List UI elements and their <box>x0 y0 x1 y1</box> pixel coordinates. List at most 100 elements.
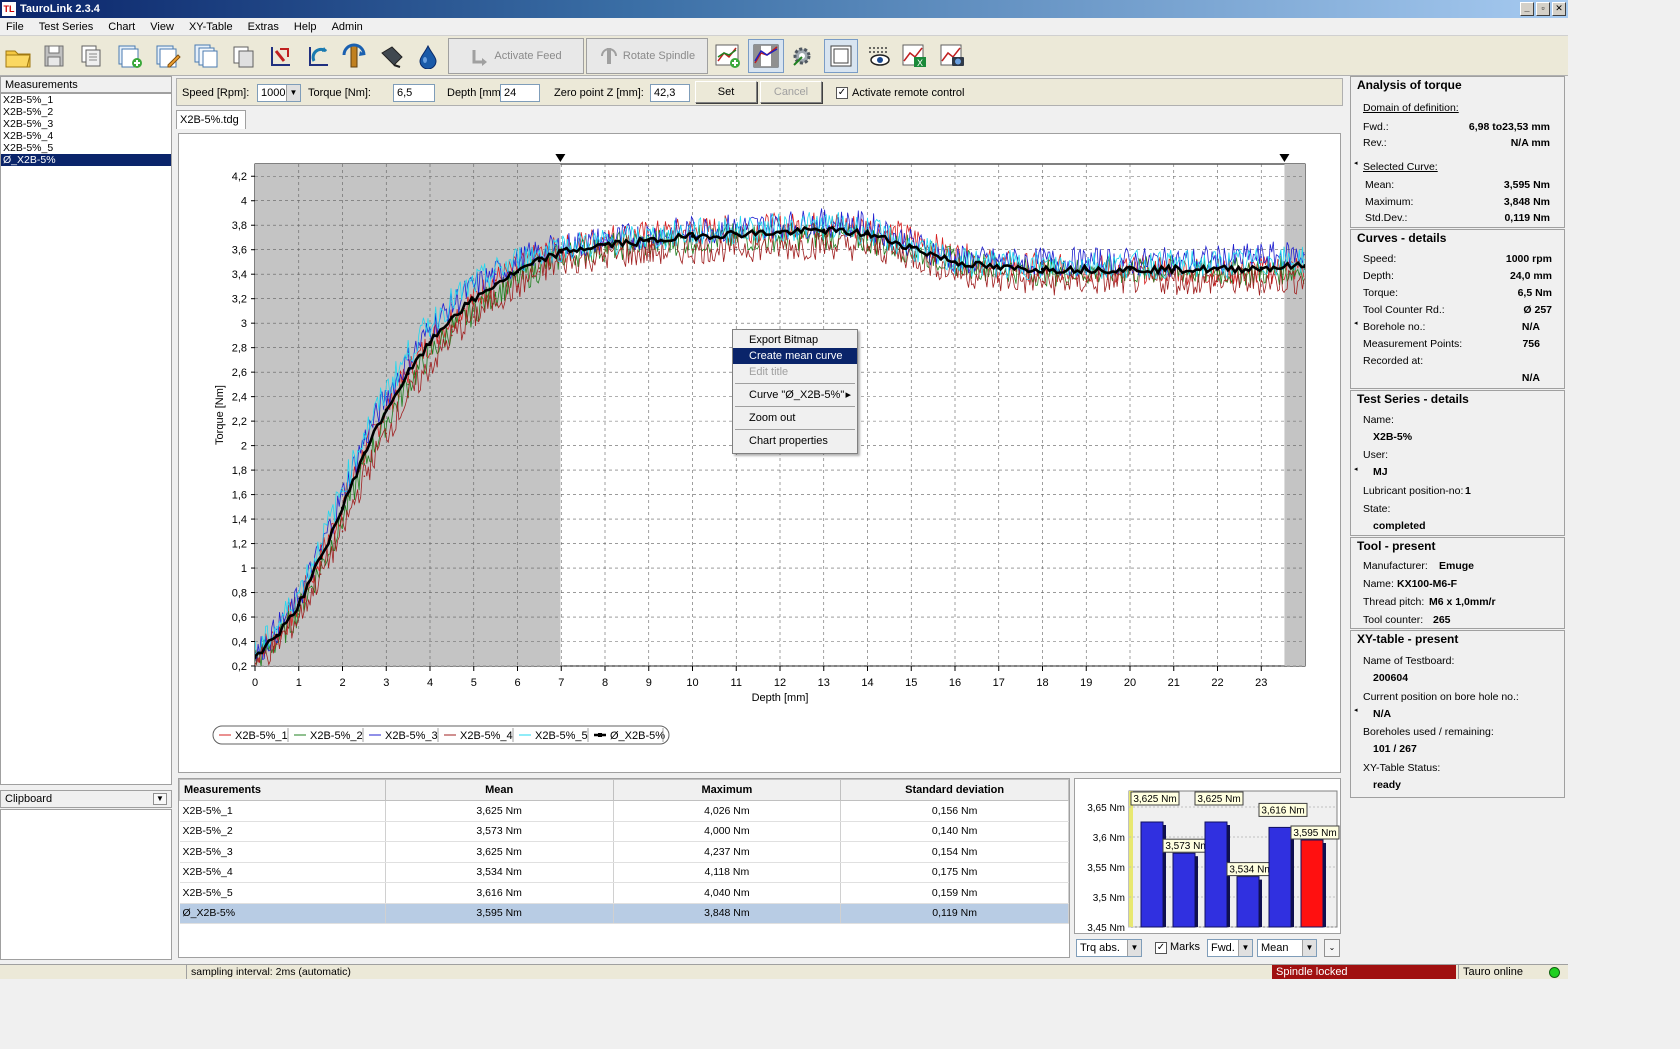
view-marks-icon[interactable] <box>862 39 894 73</box>
menu-item-create-mean-curve[interactable]: Create mean curve <box>733 348 857 364</box>
oil-can-icon[interactable] <box>376 39 408 73</box>
data-point <box>494 291 497 294</box>
table-row[interactable]: X2B-5%_5 3,616 Nm 4,040 Nm 0,159 Nm <box>179 882 1069 904</box>
table-row[interactable]: X2B-5%_3 3,625 Nm 4,237 Nm 0,154 Nm <box>179 841 1069 863</box>
mean-bar-chart[interactable]: 3,65 Nm 3,6 Nm 3,55 Nm 3,5 Nm 3,45 Nm 3,625 N… <box>1075 779 1340 934</box>
minimize-button[interactable]: _ <box>1520 2 1534 16</box>
torque-input[interactable]: 6,5 <box>393 84 435 102</box>
maximize-button[interactable]: ▫ <box>1536 2 1550 16</box>
collapse-arrow-icon[interactable]: ◂ <box>1354 463 1358 477</box>
y-tick-label: 2,8 <box>232 343 247 355</box>
data-point <box>647 234 650 236</box>
edit-document-icon[interactable] <box>152 39 184 73</box>
open-folder-icon[interactable] <box>2 39 34 73</box>
lubricant-drop-icon[interactable] <box>412 39 444 73</box>
data-point <box>384 408 388 412</box>
cancel-button[interactable]: Cancel <box>760 81 822 103</box>
x-tick-label: 0 <box>252 677 258 689</box>
axis-arrow-icon[interactable] <box>264 39 296 73</box>
remote-control-checkbox[interactable]: ✓ <box>836 87 848 99</box>
menu-chart[interactable]: Chart <box>102 18 141 36</box>
menu-view[interactable]: View <box>144 18 180 36</box>
settings-gear-icon[interactable] <box>786 39 818 73</box>
menu-item-curve-submenu[interactable]: Curve "Ø_X2B-5%" ▸ <box>733 387 857 403</box>
collapse-arrow-icon[interactable]: ◂ <box>1354 157 1358 171</box>
menu-admin[interactable]: Admin <box>326 18 369 36</box>
table-row[interactable]: X2B-5%_1 3,625 Nm 4,026 Nm 0,156 Nm <box>179 800 1069 822</box>
menu-item-zoom-out[interactable]: Zoom out <box>733 410 857 426</box>
cell-mean: 3,534 Nm <box>385 862 614 883</box>
menu-extras[interactable]: Extras <box>242 18 285 36</box>
menu-file[interactable]: File <box>0 18 30 36</box>
data-point <box>537 259 541 263</box>
chart-mode-icon[interactable] <box>748 39 784 73</box>
stat-select[interactable]: Mean ▼ <box>1257 939 1317 957</box>
menu-bar: File Test Series Chart View XY-Table Ext… <box>0 18 1568 36</box>
table-header-row: Measurements Mean Maximum Standard devia… <box>179 779 1069 801</box>
depth-input[interactable]: 24 <box>500 84 540 102</box>
data-point <box>866 239 869 241</box>
table-row[interactable]: X2B-5%_4 3,534 Nm 4,118 Nm 0,175 Nm <box>179 862 1069 883</box>
tab-file[interactable]: X2B-5%.tdg <box>176 110 246 129</box>
activate-feed-button[interactable]: Activate Feed <box>448 38 584 74</box>
export-excel-icon[interactable]: X <box>898 39 930 73</box>
measurements-list[interactable]: X2B-5%_1 X2B-5%_2 X2B-5%_3 X2B-5%_4 X2B-… <box>0 93 172 785</box>
data-point <box>385 389 388 392</box>
list-item[interactable]: X2B-5%_5 <box>1 142 171 154</box>
direction-select[interactable]: Fwd. ▼ <box>1207 939 1253 957</box>
documents-icon[interactable] <box>190 39 222 73</box>
bar-shadow <box>1195 856 1198 927</box>
list-item-selected[interactable]: Ø_X2B-5% <box>1 154 171 166</box>
menu-xy-table[interactable]: XY-Table <box>183 18 239 36</box>
table-row-selected[interactable]: Ø_X2B-5% 3,595 Nm 3,848 Nm 0,119 Nm <box>179 903 1069 924</box>
data-point <box>1259 266 1263 270</box>
spindle-tool-icon[interactable] <box>338 39 370 73</box>
menu-item-export-bitmap[interactable]: Export Bitmap <box>733 332 857 348</box>
data-point <box>406 371 410 375</box>
rotate-axis-icon[interactable] <box>302 39 334 73</box>
save-icon[interactable] <box>38 39 70 73</box>
speed-select[interactable]: 1000 ▼ <box>257 84 301 102</box>
menu-item-chart-properties[interactable]: Chart properties <box>733 433 857 449</box>
col-mean[interactable]: Mean <box>384 779 614 801</box>
col-std-dev[interactable]: Standard deviation <box>840 779 1069 801</box>
speed-value: 1000 <box>261 87 286 99</box>
col-measurements[interactable]: Measurements <box>179 779 386 801</box>
window-layout-icon[interactable] <box>824 39 858 73</box>
tool-counter-label: Tool Counter Rd.: <box>1363 304 1445 316</box>
lubricant-value: 1 <box>1465 485 1471 497</box>
pages-stack-icon[interactable] <box>228 39 260 73</box>
y-tick-label: 2,6 <box>232 367 247 379</box>
right-info-panel: Analysis of torque Domain of definition:… <box>1350 76 1568 968</box>
y-tick-label: 4 <box>241 196 247 208</box>
data-point <box>516 258 519 261</box>
close-button[interactable]: ✕ <box>1552 2 1566 16</box>
clipboard-list[interactable] <box>0 809 172 960</box>
col-maximum[interactable]: Maximum <box>612 779 842 801</box>
list-item[interactable]: X2B-5%_2 <box>1 106 171 118</box>
table-row[interactable]: X2B-5%_2 3,573 Nm 4,000 Nm 0,140 Nm <box>179 821 1069 842</box>
list-item[interactable]: X2B-5%_3 <box>1 118 171 130</box>
collapse-arrow-icon[interactable]: ◂ <box>1354 704 1358 718</box>
snapshot-camera-icon[interactable] <box>936 39 968 73</box>
add-document-icon[interactable] <box>114 39 146 73</box>
add-chart-icon[interactable] <box>712 39 744 73</box>
bar-value-label: 3,595 Nm <box>1293 828 1336 839</box>
collapse-arrow-icon[interactable]: ◂ <box>1354 317 1358 331</box>
list-item[interactable]: X2B-5%_1 <box>1 94 171 106</box>
list-item[interactable]: X2B-5%_4 <box>1 130 171 142</box>
marks-checkbox[interactable]: ✓ <box>1155 942 1167 954</box>
zero-point-input[interactable]: 42,3 <box>650 84 690 102</box>
copy-pages-icon[interactable] <box>76 39 108 73</box>
bar-y-tick-label: 3,45 Nm <box>1087 923 1125 933</box>
menu-help[interactable]: Help <box>288 18 323 36</box>
menu-item-edit-title[interactable]: Edit title <box>733 364 857 380</box>
torque-mode-select[interactable]: Trq abs. ▼ <box>1076 939 1142 957</box>
rotate-spindle-button[interactable]: Rotate Spindle <box>586 38 708 74</box>
borehole-value: N/A <box>1521 321 1540 333</box>
collapse-chevron-icon[interactable]: ▼ <box>153 793 167 805</box>
set-button[interactable]: Set <box>695 81 757 103</box>
menu-test-series[interactable]: Test Series <box>33 18 99 36</box>
expand-chevron-icon[interactable]: ⌄ <box>1324 939 1340 957</box>
submenu-arrow-icon: ▸ <box>845 389 851 401</box>
